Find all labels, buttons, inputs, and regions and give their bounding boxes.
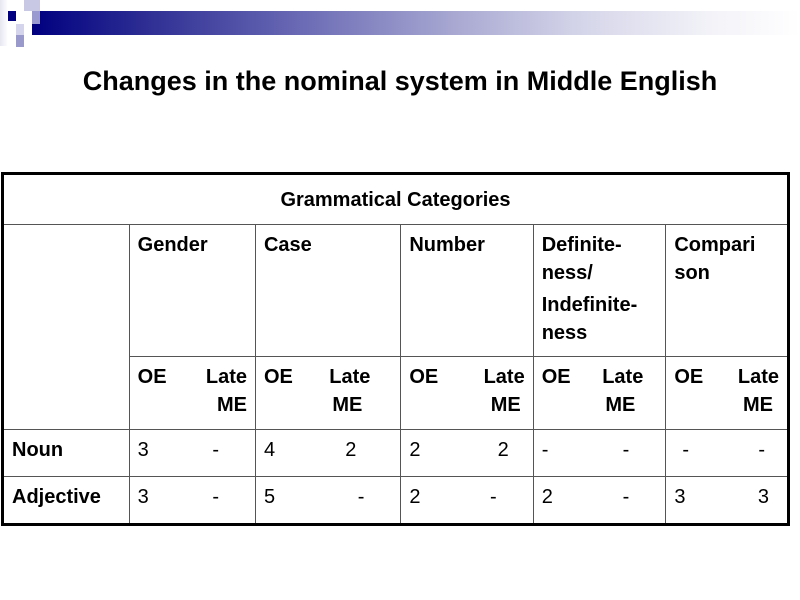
oe-value: 2 xyxy=(541,486,553,508)
value-cell: 5- xyxy=(254,476,402,525)
me-label: ME xyxy=(743,394,773,416)
category-header-number: Number xyxy=(400,224,534,357)
oe-value: 2 xyxy=(409,439,421,461)
me-label: ME xyxy=(216,394,247,416)
late-label: Late xyxy=(329,366,371,388)
late-me-value: - xyxy=(212,439,219,461)
late-me-value: - xyxy=(758,439,765,461)
oe-label: OE xyxy=(263,366,293,388)
header-line: son xyxy=(674,262,710,284)
category-header-comparison: Compari son xyxy=(665,224,789,357)
row-label: Noun xyxy=(2,429,130,477)
late-label: Late xyxy=(602,366,644,388)
late-label: Late xyxy=(205,366,247,388)
nominal-system-table: Grammatical Categories Gender Case Numbe… xyxy=(1,172,790,526)
oe-value: 4 xyxy=(263,439,276,461)
late-label: Late xyxy=(483,366,525,388)
oe-value: 5 xyxy=(263,486,276,508)
row-label: Adjective xyxy=(2,476,130,525)
oe-label: OE xyxy=(409,366,439,388)
late-me-value: - xyxy=(212,486,219,508)
oe-value: - xyxy=(682,439,690,461)
late-me-value: 3 xyxy=(757,486,769,508)
header-line: ness/ xyxy=(541,262,593,284)
me-label: ME xyxy=(605,394,636,416)
group-header: Grammatical Categories xyxy=(2,173,789,225)
corner-cell xyxy=(2,224,130,430)
category-header-definiteness: Definite- ness/ Indefinite- ness xyxy=(532,224,667,357)
late-me-value: 2 xyxy=(497,439,509,461)
me-label: ME xyxy=(490,394,521,416)
late-me-value: - xyxy=(622,439,630,461)
table-row-noun: Noun 3- 42 22 -- -- xyxy=(2,429,789,477)
value-cell: 2- xyxy=(532,476,667,525)
category-header-gender: Gender xyxy=(128,224,256,357)
value-cell: 33 xyxy=(665,476,789,525)
period-header: OE Late ME xyxy=(665,356,789,430)
decor-square xyxy=(16,35,24,47)
value-cell: 42 xyxy=(254,429,402,477)
oe-label: OE xyxy=(541,366,571,388)
oe-value: 3 xyxy=(674,486,686,508)
oe-label: OE xyxy=(674,366,704,388)
oe-value: - xyxy=(541,439,549,461)
value-cell: 3- xyxy=(128,476,256,525)
period-header: OE Late ME xyxy=(128,356,256,430)
decor-square xyxy=(16,24,24,35)
value-cell: 3- xyxy=(128,429,256,477)
late-me-value: - xyxy=(357,486,365,508)
category-header-case: Case xyxy=(254,224,402,357)
late-me-value: - xyxy=(490,486,497,508)
table-row-adjective: Adjective 3- 5- 2- 2- 33 xyxy=(2,476,789,525)
late-me-value: 2 xyxy=(345,439,357,461)
value-cell: 2- xyxy=(400,476,534,525)
header-line: Definite- xyxy=(541,234,622,256)
header-line: Compari xyxy=(674,234,756,256)
period-header: OE Late ME xyxy=(532,356,667,430)
decor-square xyxy=(32,11,40,24)
late-me-value: - xyxy=(622,486,630,508)
decor-square xyxy=(24,0,40,11)
oe-value: 3 xyxy=(137,486,149,508)
decor-square xyxy=(8,11,16,21)
me-label: ME xyxy=(332,394,363,416)
oe-label: OE xyxy=(137,366,167,388)
value-cell: -- xyxy=(532,429,667,477)
period-header: OE Late ME xyxy=(400,356,534,430)
header-line: ness xyxy=(541,322,588,344)
oe-value: 3 xyxy=(137,439,149,461)
late-label: Late xyxy=(737,366,779,388)
value-cell: -- xyxy=(665,429,789,477)
slide-title: Changes in the nominal system in Middle … xyxy=(82,66,718,96)
header-line: Indefinite- xyxy=(541,294,638,316)
header-gradient-bar xyxy=(32,11,800,35)
decor-gradient-edge xyxy=(0,0,8,46)
period-header: OE Late ME xyxy=(254,356,402,430)
oe-value: 2 xyxy=(409,486,421,508)
value-cell: 22 xyxy=(400,429,534,477)
